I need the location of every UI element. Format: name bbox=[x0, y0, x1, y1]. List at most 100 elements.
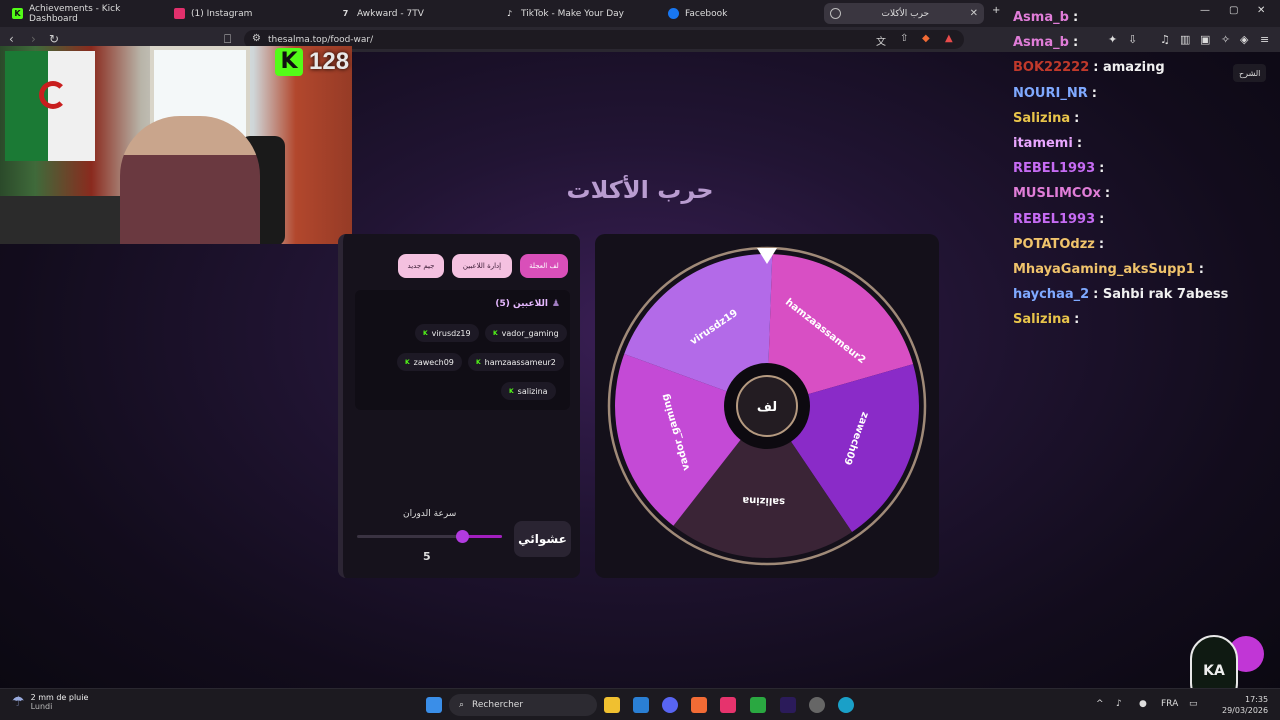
microphone-icon[interactable]: ● bbox=[1139, 699, 1147, 709]
chat-username[interactable]: itamemi bbox=[1013, 136, 1073, 151]
player-name: hamzaassameur2 bbox=[484, 357, 556, 367]
chat-username[interactable]: POTATOdzz bbox=[1013, 237, 1095, 252]
tab-kick-dashboard[interactable]: K Achievements - Kick Dashboard bbox=[6, 3, 166, 24]
weather-widget[interactable]: ☂ 2 mm de pluie Lundi bbox=[12, 693, 88, 711]
language-indicator[interactable]: FRA bbox=[1161, 699, 1178, 709]
tab-label: Achievements - Kick Dashboard bbox=[29, 3, 121, 24]
tab-instagram[interactable]: (1) Instagram bbox=[168, 3, 328, 24]
player-chip[interactable]: K salizina bbox=[501, 382, 556, 400]
tab-facebook[interactable]: Facebook bbox=[662, 3, 822, 24]
tab-tiktok[interactable]: ♪ TikTok - Make Your Day bbox=[498, 3, 658, 24]
players-title: اللاعبين (5) bbox=[495, 299, 548, 309]
speed-value: 5 bbox=[423, 550, 431, 563]
player-chip[interactable]: K virusdz19 bbox=[415, 324, 479, 342]
tab-7tv[interactable]: 7 Awkward - 7TV bbox=[334, 3, 494, 24]
tiktok-app-icon[interactable] bbox=[720, 697, 736, 713]
speed-label: سرعة الدوران bbox=[403, 509, 457, 519]
tab-label: Facebook bbox=[685, 8, 728, 19]
chat-username[interactable]: Asma_b bbox=[1013, 35, 1069, 50]
site-info-icon[interactable]: ⚙ bbox=[252, 33, 261, 44]
chevron-up-icon[interactable]: ^ bbox=[1096, 699, 1104, 709]
shield-icon[interactable]: ◈ bbox=[1240, 33, 1248, 46]
clock-time: 17:35 bbox=[1245, 695, 1269, 704]
player-name: zawech09 bbox=[413, 357, 454, 367]
ai-icon[interactable]: ✧ bbox=[1221, 33, 1230, 46]
chat-username[interactable]: MhayaGaming_aksSupp1 bbox=[1013, 262, 1195, 277]
xbox-icon[interactable] bbox=[750, 697, 766, 713]
edge-icon[interactable] bbox=[838, 697, 854, 713]
maximize-icon[interactable]: ▢ bbox=[1229, 5, 1238, 16]
chat-text: : bbox=[1104, 186, 1111, 202]
chat-text: : bbox=[1099, 161, 1105, 177]
manage-players-button[interactable]: إدارة اللاعبين bbox=[452, 254, 512, 278]
chat-username[interactable]: BOK22222 bbox=[1013, 60, 1089, 75]
music-icon[interactable]: ♫ bbox=[1160, 33, 1170, 46]
player-chip[interactable]: K zawech09 bbox=[397, 353, 462, 371]
brave-shield-icon[interactable]: ◆ bbox=[922, 33, 930, 44]
url-field[interactable]: thesalma.top/food-war/ bbox=[244, 30, 964, 49]
reload-icon[interactable]: ↻ bbox=[49, 32, 59, 46]
action-buttons: جيم جديد إدارة اللاعبين لف العجلة bbox=[398, 254, 568, 278]
brave-rewards-icon[interactable]: ▲ bbox=[945, 33, 953, 44]
wallet-icon[interactable]: ▣ bbox=[1200, 33, 1210, 46]
windows-start-icon[interactable] bbox=[426, 697, 442, 713]
forward-icon[interactable]: › bbox=[31, 32, 36, 46]
chat-message: NOURI_NR: bbox=[1013, 86, 1097, 101]
speaker-icon[interactable]: ♪ bbox=[1116, 699, 1122, 709]
chat-username[interactable]: haychaa_2 bbox=[1013, 287, 1089, 302]
random-button[interactable]: عشوائي bbox=[514, 521, 571, 557]
chat-text: : bbox=[1072, 35, 1079, 51]
menu-icon[interactable]: ≡ bbox=[1260, 33, 1269, 46]
share-icon[interactable]: ⇧ bbox=[900, 33, 908, 44]
chat-username[interactable]: Salizina bbox=[1013, 111, 1070, 126]
streamer bbox=[120, 116, 260, 244]
chat-username[interactable]: REBEL1993 bbox=[1013, 212, 1095, 227]
screen: { "browser": { "tabs": [ {"label": "Achi… bbox=[0, 0, 1280, 720]
spin-wheel-button[interactable]: لف العجلة bbox=[520, 254, 568, 278]
close-window-icon[interactable]: ✕ bbox=[1257, 5, 1265, 16]
desk bbox=[0, 196, 120, 244]
search-label: Rechercher bbox=[472, 700, 524, 710]
chat-username[interactable]: Asma_b bbox=[1013, 10, 1069, 25]
file-explorer-icon[interactable] bbox=[604, 697, 620, 713]
taskbar-search[interactable]: ⌕ Rechercher bbox=[449, 694, 597, 716]
browser-tab-bar: K Achievements - Kick Dashboard (1) Inst… bbox=[0, 0, 1280, 27]
chat-username[interactable]: Salizina bbox=[1013, 312, 1070, 327]
downloads-icon[interactable]: ⇩ bbox=[1128, 33, 1137, 46]
speed-slider[interactable] bbox=[357, 530, 502, 543]
players-list: اللاعبين (5) ♟ K vador_gaming K virusdz1… bbox=[355, 290, 570, 410]
system-clock[interactable]: 17:35 29/03/2026 bbox=[1222, 694, 1268, 716]
chat-message: POTATOdzz: bbox=[1013, 237, 1104, 252]
brave-icon[interactable] bbox=[691, 697, 707, 713]
minimize-icon[interactable]: — bbox=[1200, 5, 1210, 16]
kick-icon: K bbox=[12, 8, 23, 19]
chat-message: Salizina: bbox=[1013, 312, 1079, 327]
obs-icon[interactable] bbox=[809, 697, 825, 713]
extension-icon[interactable]: ✦ bbox=[1108, 33, 1117, 46]
translate-icon[interactable]: 文 bbox=[876, 33, 886, 48]
spin-center-label: لف bbox=[757, 400, 777, 415]
tab-food-war[interactable]: حرب الأكلات ✕ bbox=[824, 3, 984, 24]
wheel-segment-label: salizina bbox=[742, 494, 785, 506]
bookmark-icon[interactable]: ⎕ bbox=[224, 32, 231, 47]
discord-icon[interactable] bbox=[662, 697, 678, 713]
back-icon[interactable]: ‹ bbox=[9, 32, 14, 46]
new-game-button[interactable]: جيم جديد bbox=[398, 254, 444, 278]
network-icon[interactable]: ▭ bbox=[1189, 699, 1198, 709]
kick-icon: K bbox=[493, 329, 498, 337]
chat-text: : bbox=[1099, 211, 1105, 227]
chat-username[interactable]: REBEL1993 bbox=[1013, 161, 1095, 176]
close-tab-icon[interactable]: ✕ bbox=[970, 8, 978, 19]
explain-button[interactable]: الشرح bbox=[1233, 64, 1267, 82]
spin-wheel[interactable]: hamzaassameur2zawech09salizinavador_gami… bbox=[595, 234, 939, 578]
player-chip[interactable]: K vador_gaming bbox=[485, 324, 567, 342]
outlook-icon[interactable] bbox=[633, 697, 649, 713]
chat-username[interactable]: MUSLIMCOx bbox=[1013, 186, 1101, 201]
chat-username[interactable]: NOURI_NR bbox=[1013, 86, 1088, 101]
premiere-icon[interactable] bbox=[780, 697, 796, 713]
new-tab-icon[interactable]: + bbox=[992, 5, 1000, 16]
speed-slider-handle[interactable] bbox=[456, 530, 470, 543]
player-chip[interactable]: K hamzaassameur2 bbox=[468, 353, 564, 371]
kick-icon: K bbox=[476, 358, 481, 366]
sidebar-icon[interactable]: ▥ bbox=[1180, 33, 1190, 46]
